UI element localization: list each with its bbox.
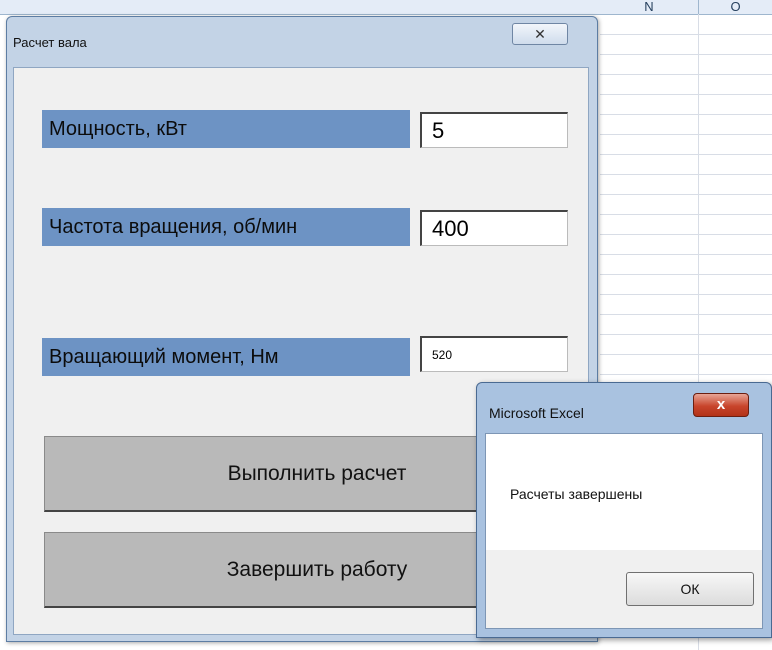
- ok-button[interactable]: ОК: [626, 572, 754, 606]
- grid-line: [600, 214, 772, 215]
- msgbox-close-button[interactable]: x: [693, 393, 749, 417]
- grid-line: [600, 274, 772, 275]
- grid-line: [600, 174, 772, 175]
- msgbox-title: Microsoft Excel: [489, 405, 584, 421]
- torque-input[interactable]: [420, 336, 568, 372]
- grid-line: [600, 234, 772, 235]
- grid-line: [600, 114, 772, 115]
- torque-label: Вращающий момент, Нм: [42, 338, 410, 376]
- rotation-speed-label: Частота вращения, об/мин: [42, 208, 410, 246]
- form-close-button[interactable]: ✕: [512, 23, 568, 45]
- form-title: Расчет вала: [13, 35, 87, 50]
- grid-line: [600, 74, 772, 75]
- form-titlebar[interactable]: Расчет вала ✕: [7, 17, 597, 65]
- grid-line: [600, 54, 772, 55]
- grid-line: [600, 194, 772, 195]
- grid-line: [600, 34, 772, 35]
- grid-line: [600, 134, 772, 135]
- grid-line: [600, 294, 772, 295]
- grid-line: [600, 254, 772, 255]
- grid-line: [600, 154, 772, 155]
- grid-line: [600, 334, 772, 335]
- excel-message-box: Microsoft Excel x Расчеты завершены ОК: [476, 382, 772, 638]
- grid-line: [600, 314, 772, 315]
- column-header-o[interactable]: O: [699, 0, 772, 14]
- grid-line: [600, 374, 772, 375]
- grid-line: [600, 94, 772, 95]
- column-header-n[interactable]: N: [600, 0, 699, 14]
- msgbox-button-area: ОК: [486, 550, 762, 628]
- msgbox-client-area: Расчеты завершены ОК: [485, 433, 763, 629]
- close-icon: ✕: [534, 26, 546, 42]
- grid-line: [600, 354, 772, 355]
- msgbox-message: Расчеты завершены: [510, 486, 643, 502]
- rotation-speed-input[interactable]: [420, 210, 568, 246]
- power-input[interactable]: [420, 112, 568, 148]
- power-label: Мощность, кВт: [42, 110, 410, 148]
- close-icon: x: [716, 396, 726, 413]
